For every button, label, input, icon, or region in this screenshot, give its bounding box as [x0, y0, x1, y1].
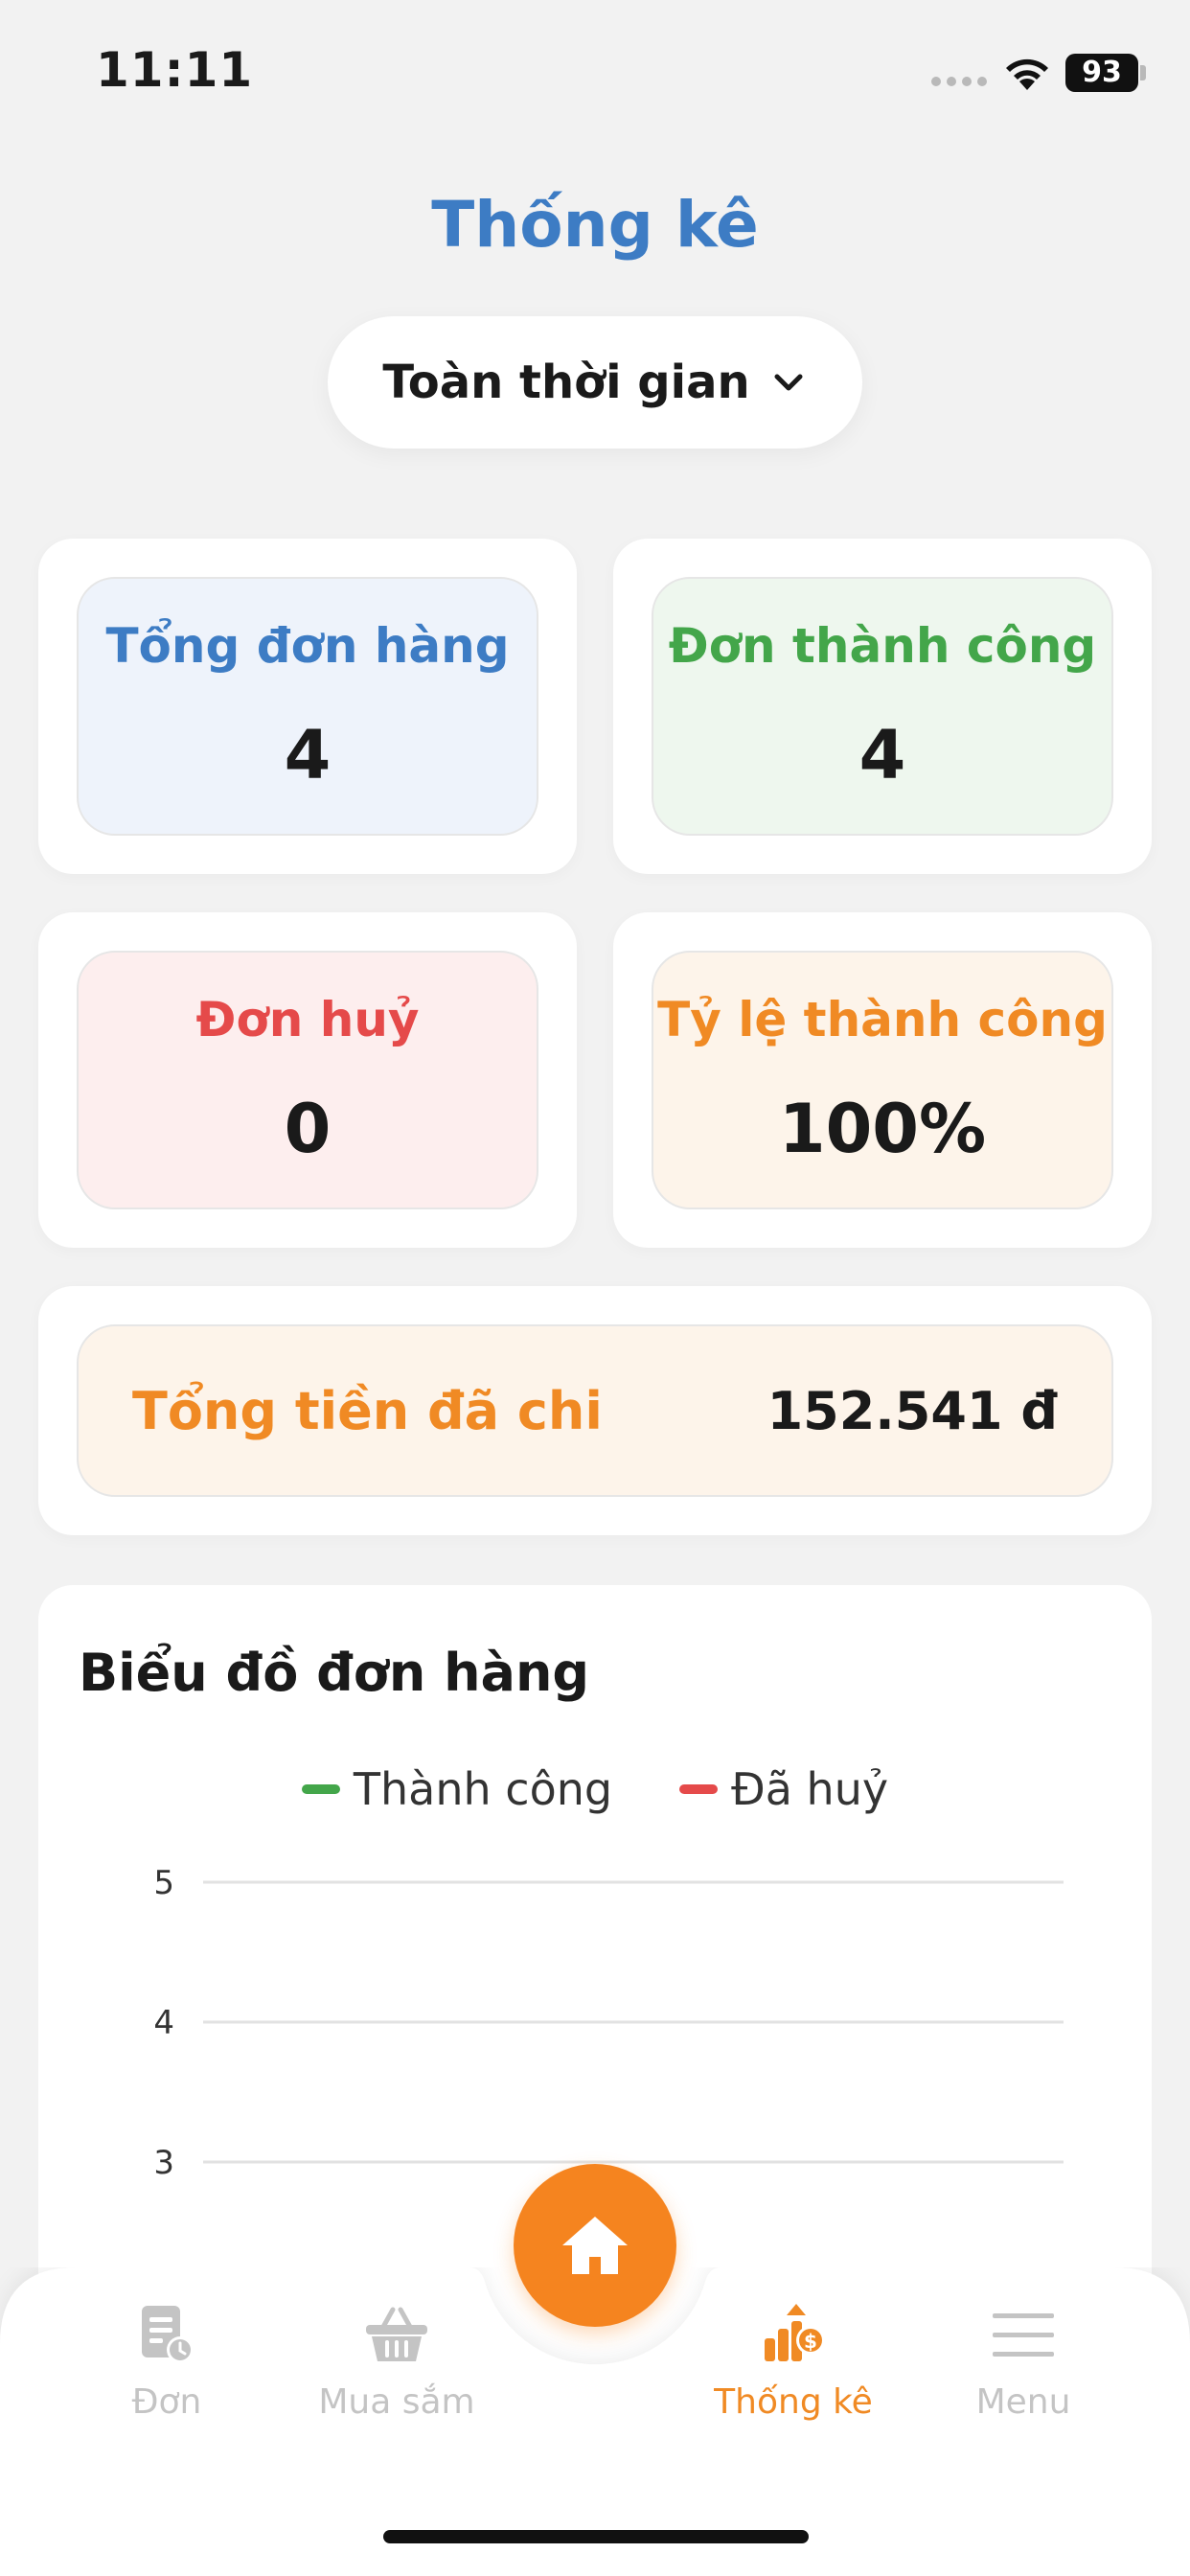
success-rate-inner: Tỷ lệ thành công 100% [652, 951, 1113, 1209]
success-rate-card: Tỷ lệ thành công 100% [613, 912, 1152, 1248]
home-button[interactable] [514, 2164, 676, 2327]
wifi-icon [1006, 58, 1048, 90]
home-indicator [383, 2530, 809, 2543]
total-orders-label: Tổng đơn hàng [105, 618, 510, 674]
y-tick-label: 4 [153, 2004, 174, 2042]
home-icon [562, 2217, 628, 2274]
cancelled-orders-label: Đơn huỷ [195, 992, 420, 1047]
total-orders-value: 4 [284, 716, 332, 794]
y-tick-label: 3 [153, 2144, 174, 2182]
nav-label-menu: Menu [975, 2382, 1071, 2422]
nav-item-statistics[interactable]: $ Thống kê [688, 2300, 899, 2422]
status-bar: 11:11 93 [0, 0, 1190, 144]
battery-icon: 93 [1065, 54, 1138, 92]
battery-tip [1140, 65, 1146, 80]
basket-icon [366, 2307, 427, 2361]
statistics-screen: 11:11 93 Thống kê Toàn thời gian Tổng đơ… [0, 0, 1190, 2576]
legend-label-cancelled: Đã huỷ [731, 1763, 889, 1815]
success-orders-label: Đơn thành công [668, 618, 1097, 674]
legend-swatch-cancelled [679, 1784, 719, 1794]
nav-item-orders[interactable]: Đơn [61, 2300, 272, 2422]
total-spent-card: Tổng tiền đã chi 152.541 đ [38, 1286, 1152, 1535]
cancelled-orders-inner: Đơn huỷ 0 [77, 951, 538, 1209]
chart-title: Biểu đồ đơn hàng [79, 1643, 590, 1703]
cancelled-orders-value: 0 [284, 1090, 332, 1168]
menu-icon [993, 2313, 1054, 2357]
legend-item-success[interactable]: Thành công [301, 1763, 613, 1815]
chart-legend: Thành công Đã huỷ [38, 1763, 1152, 1815]
success-orders-card: Đơn thành công 4 [613, 539, 1152, 874]
total-spent-inner: Tổng tiền đã chi 152.541 đ [77, 1324, 1113, 1497]
y-tick-label: 5 [153, 1864, 174, 1902]
total-orders-inner: Tổng đơn hàng 4 [77, 577, 538, 836]
svg-text:$: $ [804, 2330, 817, 2353]
nav-label-shopping: Mua sắm [318, 2382, 475, 2422]
nav-item-shopping[interactable]: Mua sắm [291, 2300, 502, 2422]
total-spent-label: Tổng tiền đã chi [132, 1380, 603, 1441]
total-orders-card: Tổng đơn hàng 4 [38, 539, 577, 874]
total-spent-value: 152.541 đ [767, 1380, 1058, 1441]
cancelled-orders-card: Đơn huỷ 0 [38, 912, 577, 1248]
status-time: 11:11 [96, 42, 254, 98]
nav-item-menu[interactable]: Menu [918, 2300, 1129, 2422]
order-icon [142, 2306, 194, 2363]
page-title: Thống kê [431, 188, 759, 262]
success-rate-label: Tỷ lệ thành công [657, 992, 1108, 1047]
success-orders-value: 4 [858, 716, 906, 794]
period-dropdown[interactable]: Toàn thời gian [328, 316, 862, 448]
nav-label-statistics: Thống kê [714, 2382, 873, 2422]
legend-swatch-success [301, 1784, 340, 1794]
legend-item-cancelled[interactable]: Đã huỷ [679, 1763, 888, 1815]
success-rate-value: 100% [778, 1090, 987, 1168]
chevron-down-icon [774, 374, 803, 391]
stats-icon: $ [765, 2304, 825, 2361]
success-orders-inner: Đơn thành công 4 [652, 577, 1113, 836]
period-label: Toàn thời gian [382, 356, 750, 409]
cellular-signal-icon [931, 77, 989, 88]
nav-label-orders: Đơn [131, 2382, 202, 2422]
legend-label-success: Thành công [353, 1763, 613, 1815]
